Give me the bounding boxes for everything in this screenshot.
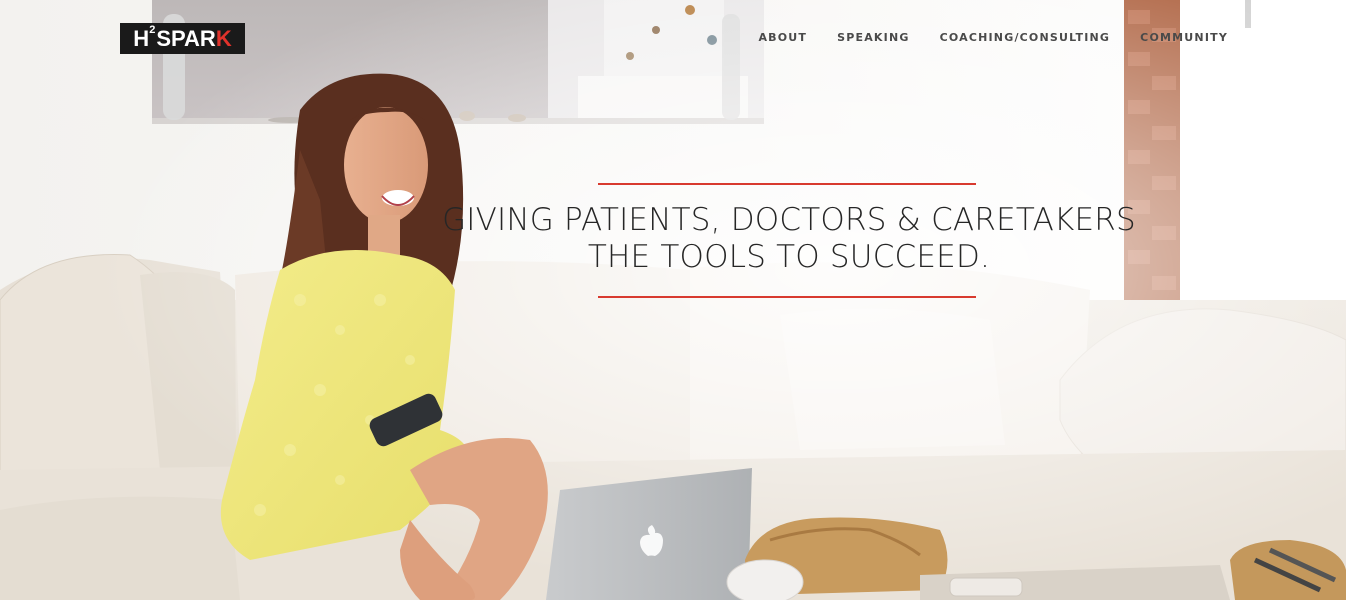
- brand-logo[interactable]: H 2 SPAR K: [120, 23, 245, 54]
- hero-section: H 2 SPAR K ABOUT SPEAKING COACHING/CONSULTI…: [0, 0, 1346, 600]
- logo-superscript: 2: [149, 24, 156, 36]
- logo-letters-spar: SPAR: [156, 25, 216, 51]
- hero-photo: [0, 0, 1346, 600]
- logo-letter-h: H: [133, 25, 150, 51]
- nav-item-community[interactable]: COMMUNITY: [1140, 31, 1228, 44]
- headline-bottom-rule: [598, 296, 976, 298]
- hero-headline: GIVING PATIENTS, DOCTORS & CARETAKERS TH…: [440, 202, 1138, 276]
- nav-item-speaking[interactable]: SPEAKING: [837, 31, 909, 44]
- logo-letter-k: K: [215, 25, 232, 51]
- main-nav: ABOUT SPEAKING COACHING/CONSULTING COMMU…: [758, 31, 1228, 44]
- headline-line-1: GIVING PATIENTS, DOCTORS & CARETAKERS: [442, 202, 1136, 238]
- nav-item-coaching-consulting[interactable]: COACHING/CONSULTING: [940, 31, 1111, 44]
- headline-top-rule: [598, 183, 976, 185]
- headline-line-2: THE TOOLS TO SUCCEED.: [587, 239, 991, 275]
- nav-item-about[interactable]: ABOUT: [758, 31, 807, 44]
